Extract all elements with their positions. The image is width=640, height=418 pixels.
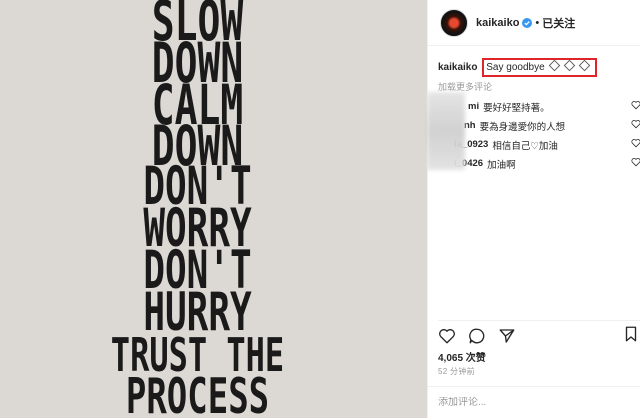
post-caption: kaikaiko Say goodbye — [438, 58, 634, 77]
avatar[interactable] — [440, 8, 468, 37]
header-username[interactable]: kaikaiko — [476, 17, 519, 29]
post-action-bar — [438, 320, 640, 346]
post-timestamp[interactable]: 52 分钟前 — [438, 366, 475, 377]
verified-badge-icon — [522, 17, 533, 28]
comment-text: 要為身邊愛你的人想 — [479, 121, 566, 133]
heart-icon[interactable] — [631, 138, 640, 148]
heart-icon[interactable] — [631, 157, 640, 167]
post-header: kaikaiko • 已关注 — [428, 0, 640, 46]
blurred-avatars — [427, 92, 465, 170]
comment-username[interactable]: mi — [468, 101, 479, 112]
like-count[interactable]: 4,065 次赞 — [438, 349, 486, 364]
heart-icon[interactable] — [438, 327, 456, 345]
diamond-emoji-icon — [563, 59, 576, 72]
comment-text: 相信自己♡加油 — [492, 140, 558, 152]
diamond-emoji-icon — [549, 59, 561, 72]
poster-line: PROCESS — [125, 368, 270, 418]
bookmark-icon[interactable] — [622, 325, 640, 343]
post-side-panel: kaikaiko • 已关注 kaikaiko Say goodbye 加载更多… — [427, 0, 640, 418]
add-comment-input[interactable] — [438, 397, 628, 408]
add-comment-bar — [428, 386, 640, 418]
heart-icon[interactable] — [631, 119, 640, 129]
comment-icon[interactable] — [468, 327, 486, 345]
caption-username[interactable]: kaikaiko — [438, 62, 477, 73]
share-icon[interactable] — [498, 327, 516, 345]
separator-dot: • — [535, 16, 540, 29]
comment-text: 要好好堅持著。 — [483, 102, 550, 114]
comment-text: 加油啊 — [487, 159, 516, 171]
caption-highlight-box: Say goodbye — [482, 58, 597, 77]
follow-status-button[interactable]: 已关注 — [542, 15, 575, 31]
poster-text: SLOW DOWN CALM DOWN DON'T WORRY DON'T HU… — [90, 0, 305, 418]
post-photo[interactable]: SLOW DOWN CALM DOWN DON'T WORRY DON'T HU… — [0, 0, 427, 418]
heart-icon[interactable] — [631, 100, 640, 110]
diamond-emoji-icon — [578, 59, 591, 72]
caption-text: Say goodbye — [486, 62, 545, 73]
comment-username[interactable]: nh — [464, 120, 476, 131]
